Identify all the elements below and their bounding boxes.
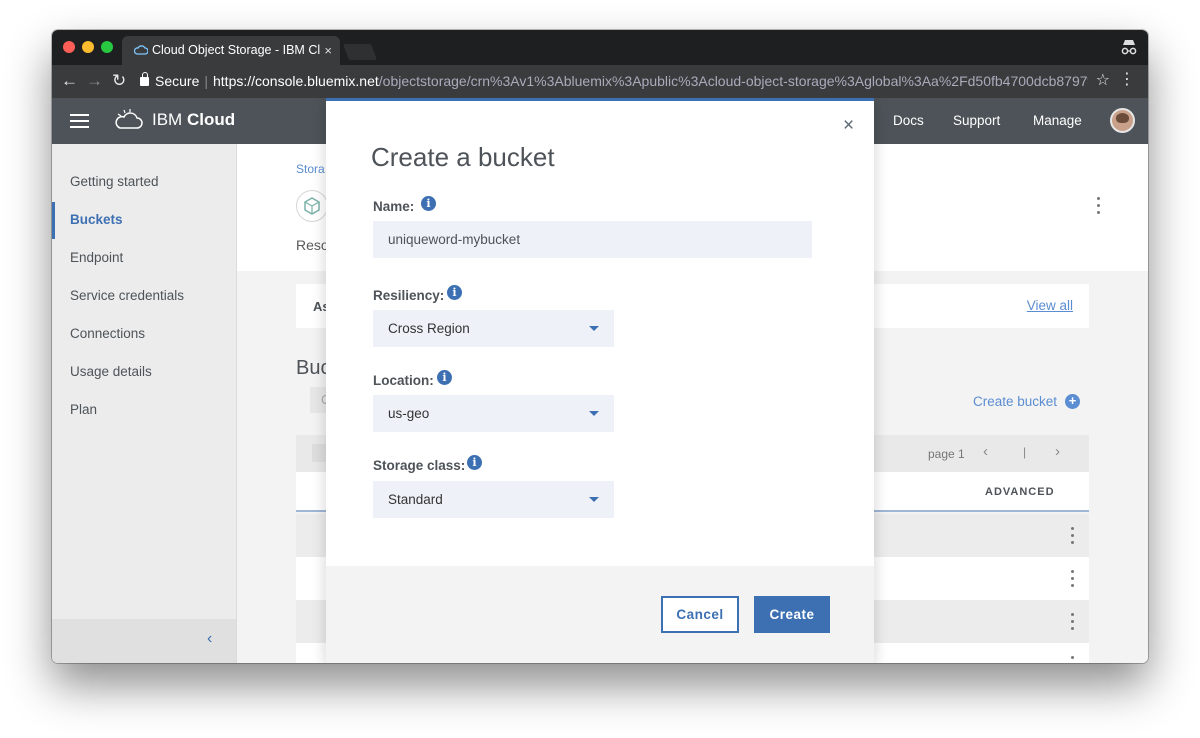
location-value: us-geo bbox=[388, 406, 430, 421]
avatar[interactable] bbox=[1110, 108, 1135, 133]
info-icon[interactable]: i bbox=[421, 196, 436, 211]
ibm-cloud-logo-icon bbox=[115, 109, 143, 129]
page-indicator: page 1 bbox=[928, 447, 965, 461]
storage-class-label: Storage class: bbox=[373, 458, 466, 473]
resiliency-value: Cross Region bbox=[388, 321, 470, 336]
sidebar-item-connections[interactable]: Connections bbox=[70, 326, 145, 341]
hamburger-menu-icon[interactable] bbox=[70, 114, 89, 128]
kebab-menu-icon[interactable] bbox=[1071, 656, 1075, 663]
resiliency-label: Resiliency: bbox=[373, 288, 445, 303]
location-select[interactable]: us-geo bbox=[373, 395, 614, 432]
create-bucket-link[interactable]: Create bucket bbox=[973, 394, 1057, 409]
close-icon[interactable]: × bbox=[843, 116, 854, 135]
kebab-menu-icon[interactable] bbox=[1097, 197, 1101, 219]
browser-window: Cloud Object Storage - IBM Cl × ← → ↻ Se… bbox=[52, 30, 1148, 663]
sidebar-item-getting-started[interactable]: Getting started bbox=[70, 174, 159, 189]
address-bar: ← → ↻ Secure | https://console.bluemix.net… bbox=[52, 65, 1148, 98]
sidebar-item-buckets[interactable]: Buckets bbox=[70, 212, 123, 227]
storage-class-select[interactable]: Standard bbox=[373, 481, 614, 518]
lock-icon bbox=[140, 72, 149, 86]
new-tab-button[interactable] bbox=[343, 44, 377, 60]
name-label: Name: bbox=[373, 199, 415, 214]
caret-down-icon bbox=[589, 326, 599, 331]
chevron-left-icon[interactable]: ‹ bbox=[983, 443, 988, 460]
url-field[interactable]: Secure | https://console.bluemix.net/objec… bbox=[140, 70, 1088, 93]
caret-down-icon bbox=[589, 497, 599, 502]
bookmark-star-icon[interactable]: ☆ bbox=[1096, 70, 1110, 90]
close-window-button[interactable] bbox=[63, 41, 75, 53]
info-icon[interactable]: i bbox=[467, 455, 482, 470]
resiliency-select[interactable]: Cross Region bbox=[373, 310, 614, 347]
cube-icon bbox=[296, 190, 328, 222]
minimize-window-button[interactable] bbox=[82, 41, 94, 53]
url-path: /objectstorage/crn%3Av1%3Abluemix%3Apubl… bbox=[378, 73, 1088, 89]
kebab-menu-icon[interactable] bbox=[1071, 570, 1075, 590]
manage-link[interactable]: Manage bbox=[1033, 113, 1082, 128]
storage-class-value: Standard bbox=[388, 492, 443, 507]
info-icon[interactable]: i bbox=[437, 370, 452, 385]
docs-link[interactable]: Docs bbox=[893, 113, 924, 128]
info-icon[interactable]: i bbox=[447, 285, 462, 300]
plus-circle-icon[interactable]: + bbox=[1065, 394, 1080, 409]
location-label: Location: bbox=[373, 373, 434, 388]
brand-name[interactable]: IBM Cloud bbox=[152, 110, 235, 130]
modal-title: Create a bucket bbox=[371, 142, 555, 172]
tab-title: Cloud Object Storage - IBM Cl bbox=[152, 43, 321, 57]
sidebar-item-endpoint[interactable]: Endpoint bbox=[70, 250, 123, 265]
reload-icon[interactable]: ↻ bbox=[112, 71, 126, 91]
tab-close-icon[interactable]: × bbox=[324, 36, 332, 65]
advanced-column-header: ADVANCED bbox=[985, 486, 1055, 498]
sidebar-item-service-credentials[interactable]: Service credentials bbox=[70, 288, 184, 303]
sidebar-item-plan[interactable]: Plan bbox=[70, 402, 97, 417]
chevron-right-icon[interactable]: › bbox=[1055, 443, 1060, 460]
browser-tab[interactable]: Cloud Object Storage - IBM Cl × bbox=[122, 36, 340, 65]
sidebar-active-indicator bbox=[52, 202, 55, 239]
create-bucket-modal: × Create a bucket Name: i Resiliency: i … bbox=[326, 98, 874, 663]
breadcrumb[interactable]: Stora bbox=[296, 162, 325, 176]
browser-menu-icon[interactable]: ⋮ bbox=[1119, 69, 1135, 89]
url-host: https://console.bluemix.net bbox=[213, 73, 379, 89]
browser-tab-bar: Cloud Object Storage - IBM Cl × bbox=[52, 30, 1148, 65]
back-arrow-icon[interactable]: ← bbox=[61, 71, 78, 91]
resource-label: Reso bbox=[296, 237, 329, 253]
page: IBM Cloud Docs Support Manage Getting st… bbox=[52, 98, 1148, 663]
secure-label: Secure bbox=[155, 73, 200, 89]
modal-footer: Cancel Create bbox=[326, 566, 874, 663]
kebab-menu-icon[interactable] bbox=[1071, 527, 1075, 547]
kebab-menu-icon[interactable] bbox=[1071, 613, 1075, 633]
cancel-button[interactable]: Cancel bbox=[661, 596, 739, 633]
chevron-left-icon: ‹ bbox=[207, 630, 213, 647]
cloud-icon bbox=[134, 45, 148, 55]
view-all-link[interactable]: View all bbox=[1027, 298, 1073, 313]
sidebar-collapse-button[interactable]: ‹ bbox=[52, 619, 236, 663]
incognito-icon bbox=[1121, 40, 1137, 55]
zoom-window-button[interactable] bbox=[101, 41, 113, 53]
pagination-separator: | bbox=[1023, 445, 1027, 459]
forward-arrow-icon[interactable]: → bbox=[86, 71, 103, 91]
create-button[interactable]: Create bbox=[754, 596, 830, 633]
sidebar-item-usage-details[interactable]: Usage details bbox=[70, 364, 152, 379]
sidebar: Getting started Buckets Endpoint Service… bbox=[52, 144, 237, 663]
bucket-name-input[interactable] bbox=[373, 221, 812, 258]
caret-down-icon bbox=[589, 411, 599, 416]
support-link[interactable]: Support bbox=[953, 113, 1000, 128]
